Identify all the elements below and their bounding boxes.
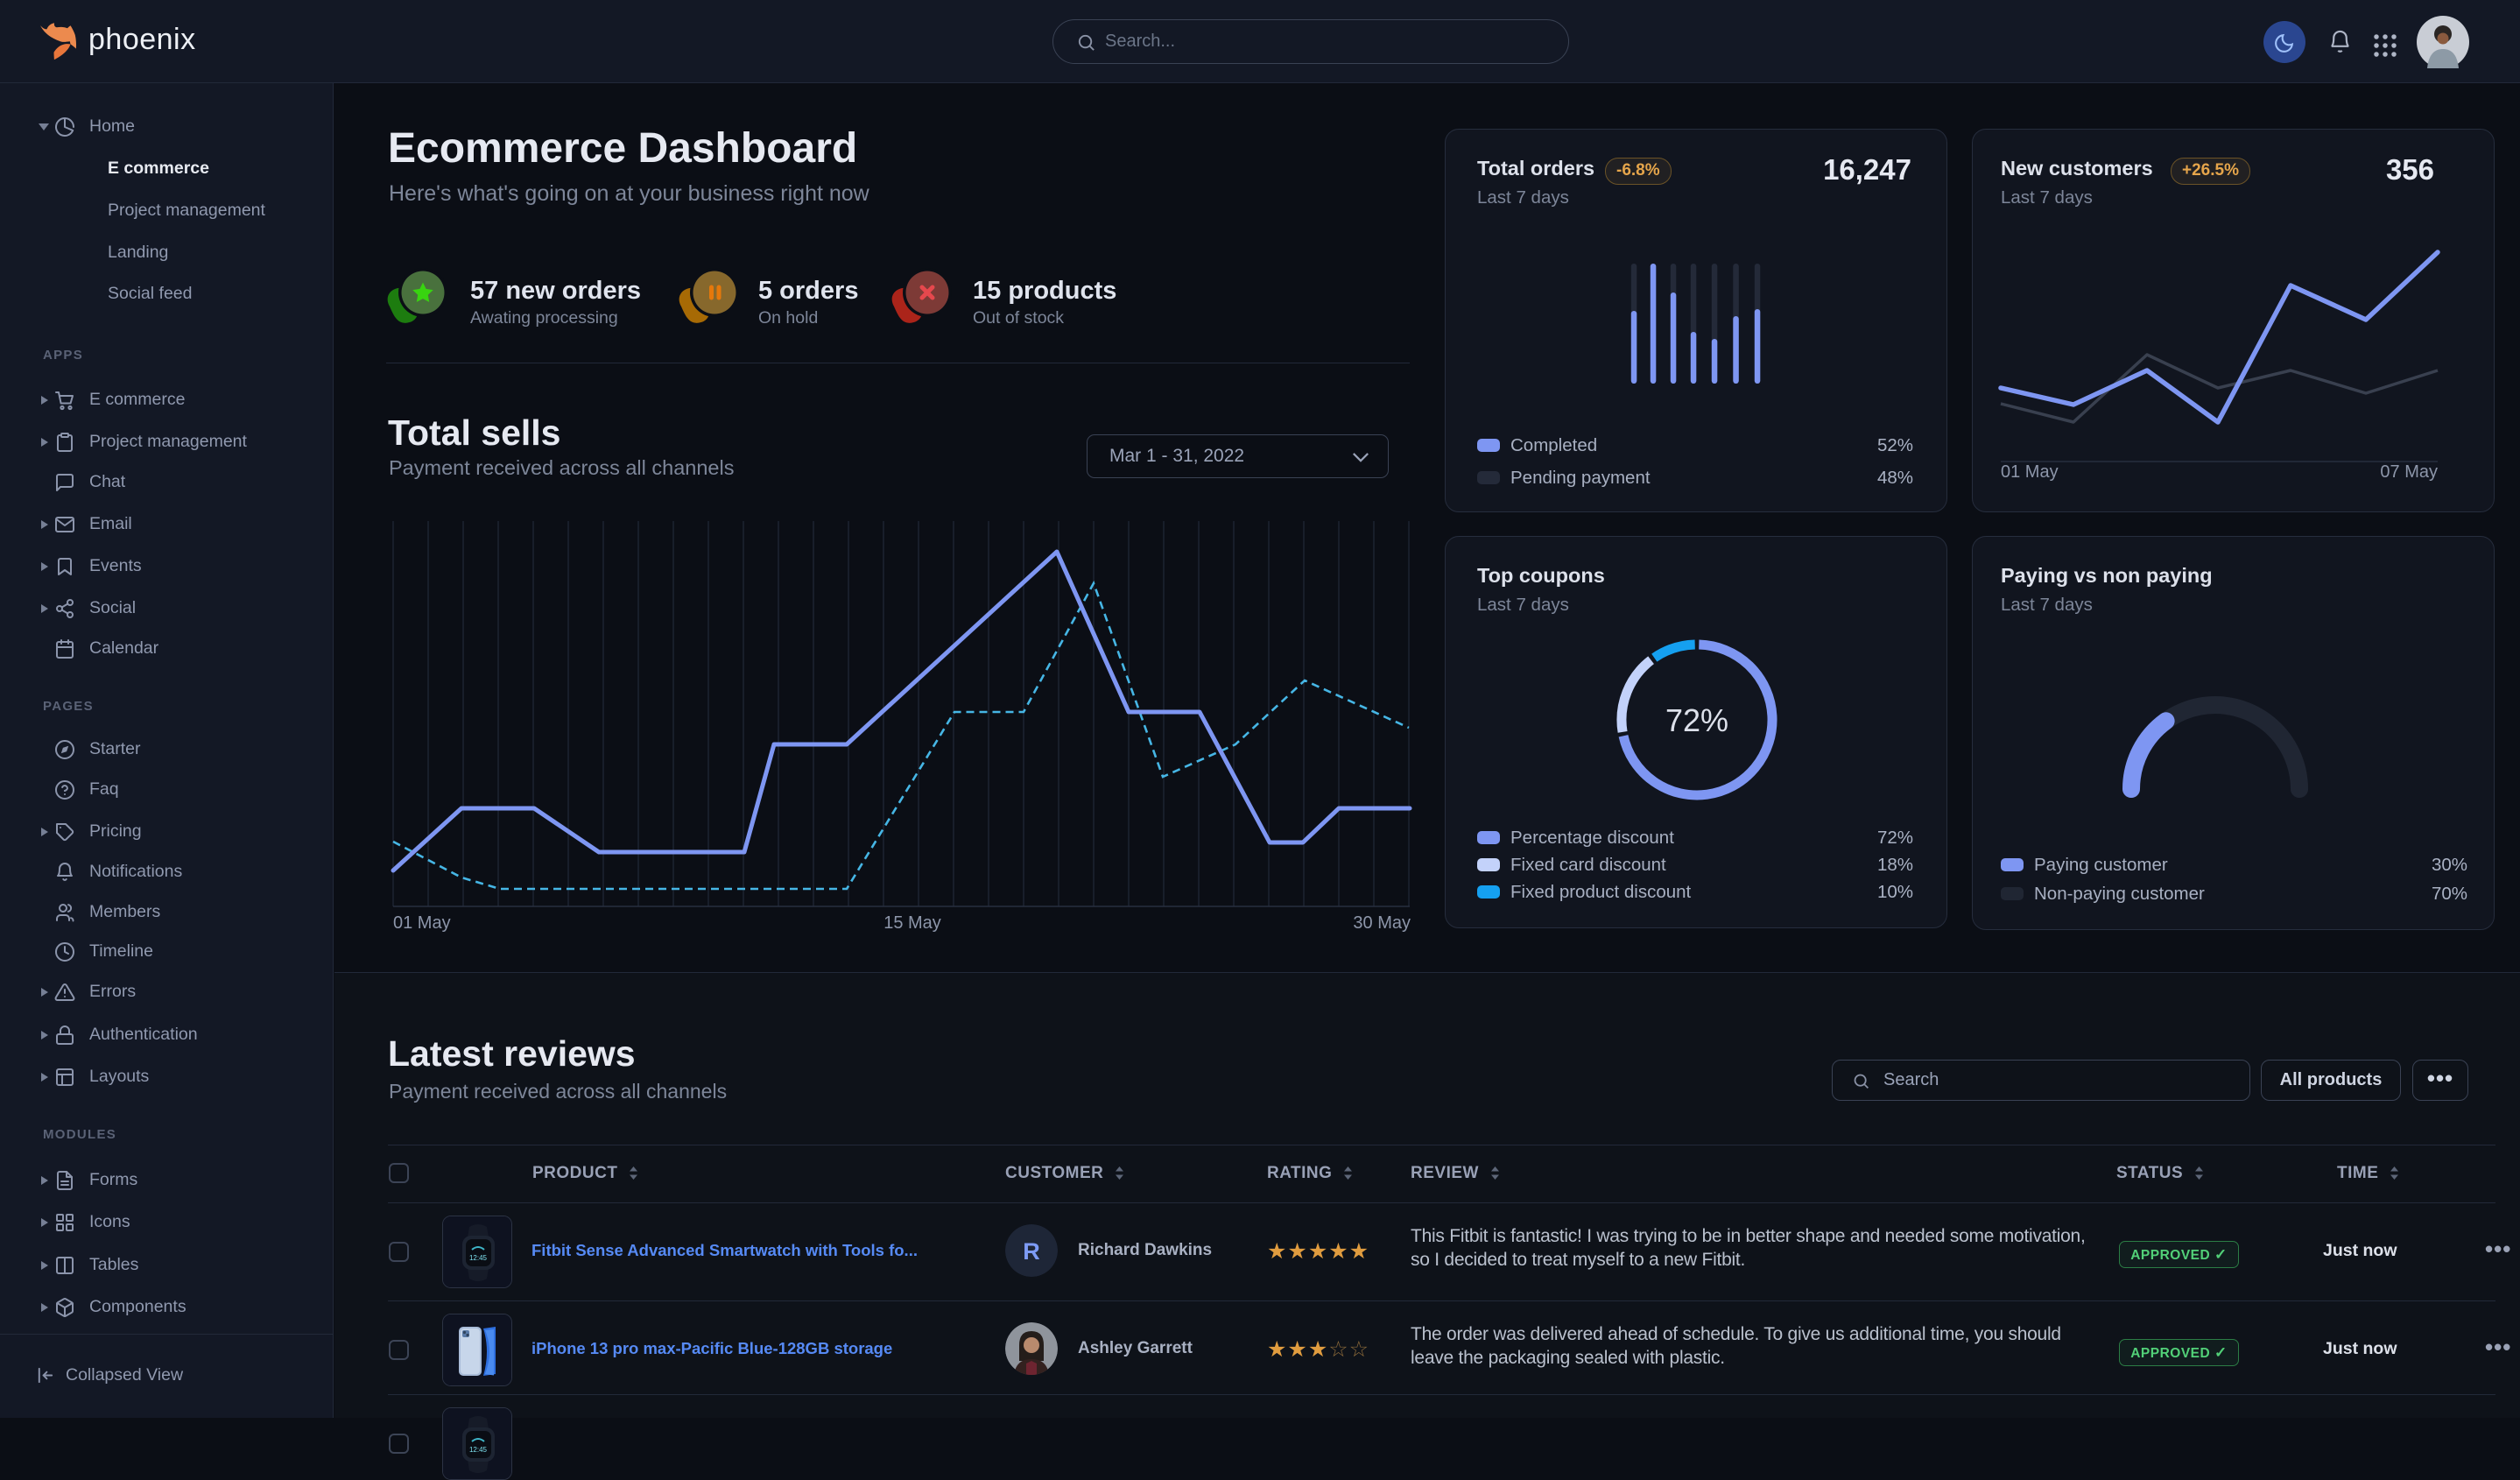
svg-text:30 May: 30 May <box>1353 913 1411 933</box>
svg-text:12:45: 12:45 <box>469 1254 488 1262</box>
svg-text:72%: 72% <box>1665 702 1728 738</box>
svg-text:01 May: 01 May <box>393 913 451 933</box>
svg-text:R: R <box>1023 1238 1040 1265</box>
svg-text:12:45: 12:45 <box>469 1446 488 1454</box>
svg-text:15 May: 15 May <box>883 913 941 933</box>
svg-text:01 May: 01 May <box>2001 462 2059 482</box>
svg-text:07 May: 07 May <box>2380 462 2438 482</box>
